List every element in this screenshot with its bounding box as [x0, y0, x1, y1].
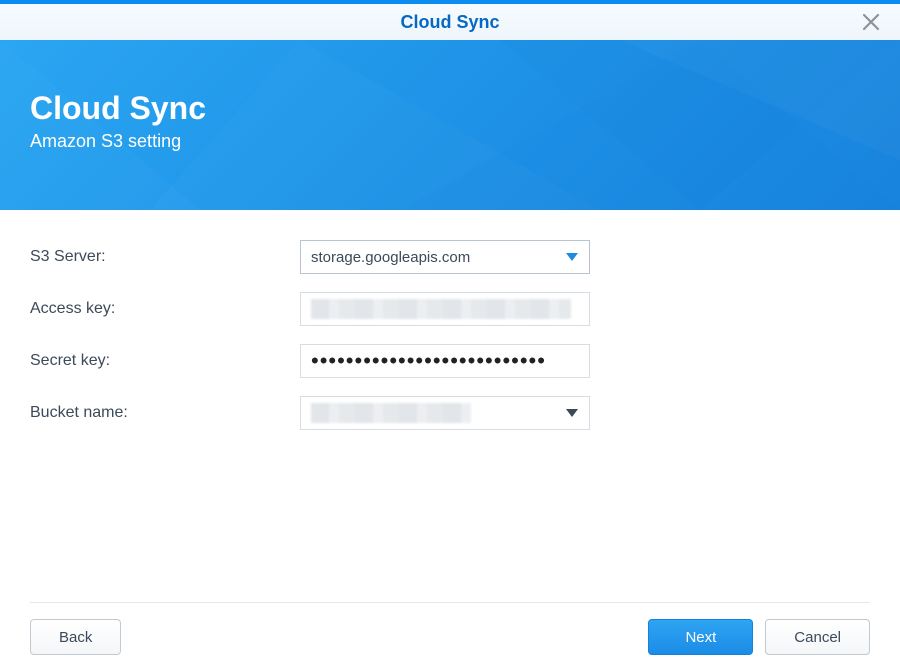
chevron-down-icon — [565, 252, 579, 262]
chevron-down-icon — [565, 408, 579, 418]
next-button[interactable]: Next — [648, 619, 753, 655]
s3-server-value: storage.googleapis.com — [311, 249, 470, 266]
s3-server-dropdown[interactable]: storage.googleapis.com — [300, 240, 590, 274]
access-key-label: Access key: — [30, 300, 300, 318]
close-icon[interactable] — [862, 13, 880, 31]
window-title: Cloud Sync — [400, 12, 499, 33]
page-subtitle: Amazon S3 setting — [30, 131, 870, 152]
access-key-value-redacted — [311, 299, 571, 319]
cancel-button[interactable]: Cancel — [765, 619, 870, 655]
settings-form: S3 Server: storage.googleapis.com Access… — [0, 210, 900, 430]
footer: Back Next Cancel — [30, 602, 870, 655]
hero-banner: Cloud Sync Amazon S3 setting — [0, 40, 900, 210]
bucket-name-value-redacted — [311, 403, 471, 423]
s3-server-label: S3 Server: — [30, 248, 300, 266]
bucket-name-label: Bucket name: — [30, 404, 300, 422]
bucket-name-dropdown[interactable] — [300, 396, 590, 430]
secret-key-label: Secret key: — [30, 352, 300, 370]
back-button[interactable]: Back — [30, 619, 121, 655]
access-key-field[interactable] — [300, 292, 590, 326]
divider — [30, 602, 870, 603]
page-title: Cloud Sync — [30, 90, 870, 127]
secret-key-field[interactable] — [300, 344, 590, 378]
window-titlebar: Cloud Sync — [0, 0, 900, 40]
